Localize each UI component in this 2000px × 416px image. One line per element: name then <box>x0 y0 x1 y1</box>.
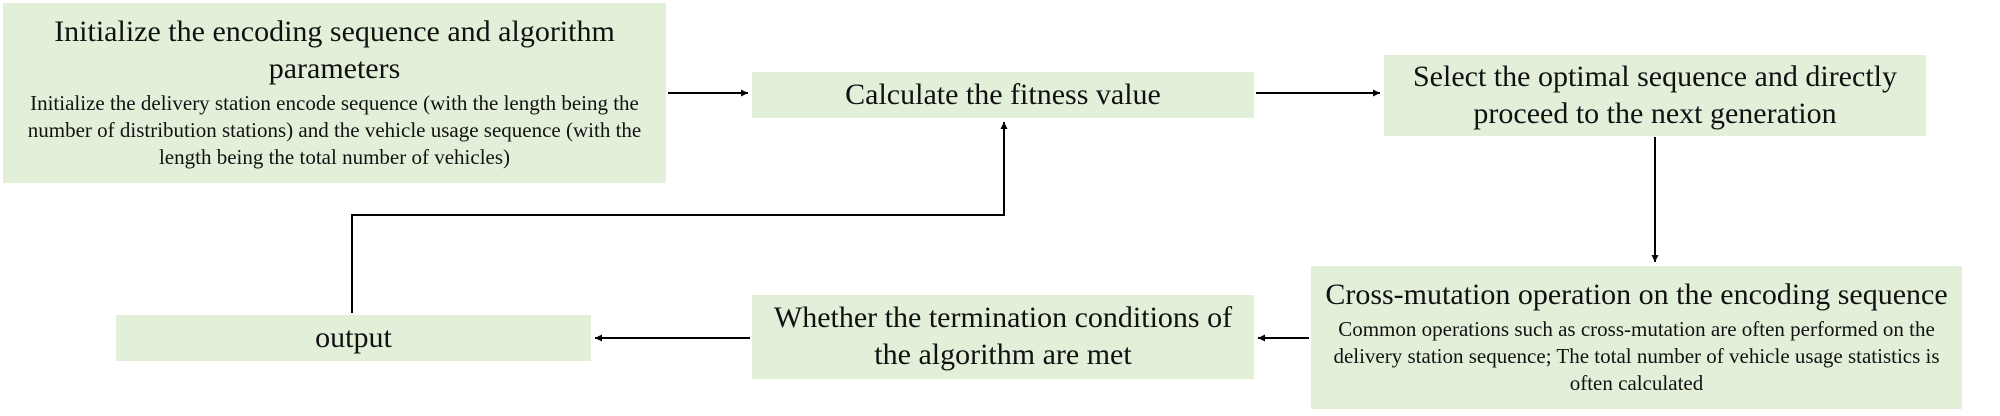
connectors <box>351 89 1659 342</box>
flowchart: Initialize the encoding sequence and alg… <box>0 0 2000 416</box>
arrow-output-to-fitness <box>351 122 1008 313</box>
